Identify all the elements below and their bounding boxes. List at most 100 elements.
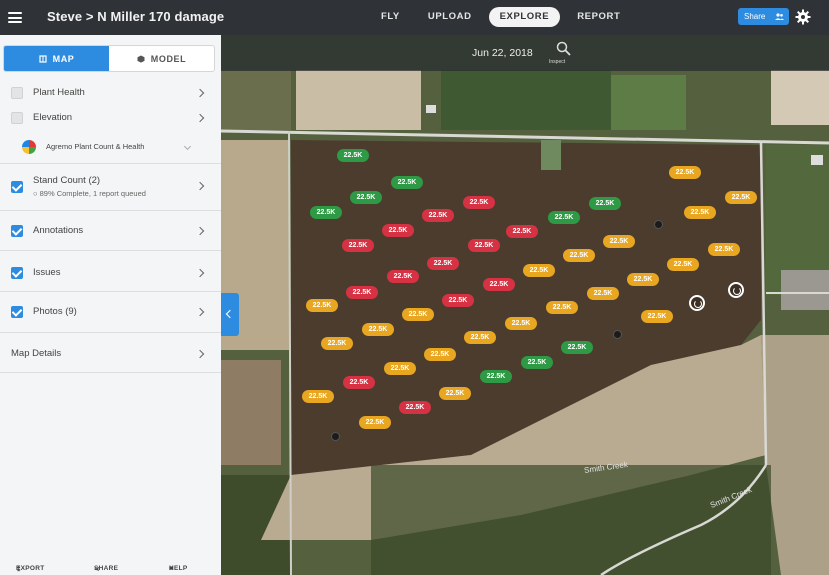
stand-count-marker[interactable]: 22.5K [589, 197, 621, 210]
hamburger-icon [8, 12, 22, 23]
stand-count-marker[interactable]: 22.5K [548, 211, 580, 224]
stand-count-marker[interactable]: 22.5K [725, 191, 757, 204]
photo-marker-icon[interactable] [728, 282, 744, 298]
map-details-label: Map Details [11, 348, 62, 359]
upload-icon: ↥ [16, 566, 22, 573]
gear-icon[interactable] [795, 9, 811, 25]
stand-count-marker[interactable]: 22.5K [463, 196, 495, 209]
sidebar: MAP MODEL Plant Health Elevation Agremo … [0, 35, 221, 575]
photos-label: Photos (9) [33, 306, 77, 317]
layer-photos[interactable]: Photos (9) [0, 304, 221, 319]
stand-count-marker[interactable]: 22.5K [342, 239, 374, 252]
stand-count-marker[interactable]: 22.5K [424, 348, 456, 361]
stand-count-marker[interactable]: 22.5K [359, 416, 391, 429]
elevation-checkbox[interactable] [11, 111, 23, 124]
stand-count-marker[interactable]: 22.5K [346, 286, 378, 299]
stand-count-marker[interactable]: 22.5K [561, 341, 593, 354]
stand-count-marker[interactable]: 22.5K [302, 390, 334, 403]
stand-count-marker[interactable]: 22.5K [387, 270, 419, 283]
issues-checkbox[interactable] [11, 266, 23, 279]
stand-count-marker[interactable]: 22.5K [439, 387, 471, 400]
stand-count-checkbox[interactable] [11, 181, 23, 193]
stand-count-marker[interactable]: 22.5K [384, 362, 416, 375]
stand-count-marker[interactable]: 22.5K [667, 258, 699, 271]
share-icon: ⋖ [94, 566, 100, 573]
layer-plant-health[interactable]: Plant Health [0, 85, 221, 100]
stand-count-marker[interactable]: 22.5K [343, 376, 375, 389]
stand-count-marker[interactable]: 22.5K [684, 206, 716, 219]
share-button[interactable]: Share [738, 8, 789, 25]
annotation-point[interactable] [331, 432, 340, 441]
chevron-down-icon [183, 142, 192, 151]
stand-count-marker[interactable]: 22.5K [362, 323, 394, 336]
stand-count-marker[interactable]: 22.5K [442, 294, 474, 307]
stand-count-marker[interactable]: 22.5K [483, 278, 515, 291]
photos-checkbox[interactable] [11, 305, 23, 318]
issues-label: Issues [33, 267, 61, 278]
collapse-sidebar-button[interactable] [221, 293, 239, 336]
stand-count-marker[interactable]: 22.5K [587, 287, 619, 300]
stand-count-marker[interactable]: 22.5K [480, 370, 512, 383]
cube-icon [137, 55, 145, 63]
map-details[interactable]: Map Details [0, 346, 221, 361]
stand-count-marker[interactable]: 22.5K [521, 356, 553, 369]
main-nav: FLY UPLOAD EXPLORE REPORT [370, 7, 637, 27]
stand-count-marker[interactable]: 22.5K [546, 301, 578, 314]
stand-count-marker[interactable]: 22.5K [468, 239, 500, 252]
layer-elevation[interactable]: Elevation [0, 110, 221, 125]
stand-count-marker[interactable]: 22.5K [563, 249, 595, 262]
top-bar: Steve > N Miller 170 damage FLY UPLOAD E… [0, 0, 829, 35]
tab-explore[interactable]: EXPLORE [488, 7, 561, 27]
stand-count-marker[interactable]: 22.5K [506, 225, 538, 238]
stand-count-marker[interactable]: 22.5K [523, 264, 555, 277]
layer-issues[interactable]: Issues [0, 265, 221, 280]
stand-count-marker[interactable]: 22.5K [306, 299, 338, 312]
agremo-dropdown[interactable]: Agremo Plant Count & Health [0, 139, 221, 154]
stand-count-marker[interactable]: 22.5K [505, 317, 537, 330]
annotation-point[interactable] [654, 220, 663, 229]
chevron-right-icon [195, 181, 205, 191]
stand-count-marker[interactable]: 22.5K [427, 257, 459, 270]
annotations-label: Annotations [33, 225, 84, 236]
divider [0, 372, 221, 373]
stand-count-marker[interactable]: 22.5K [382, 224, 414, 237]
divider [0, 210, 221, 211]
stand-count-marker[interactable]: 22.5K [422, 209, 454, 222]
stand-count-marker[interactable]: 22.5K [603, 235, 635, 248]
plant-health-checkbox[interactable] [11, 86, 23, 99]
chevron-right-icon [195, 268, 205, 277]
chevron-right-icon [195, 307, 205, 316]
stand-count-marker[interactable]: 22.5K [391, 176, 423, 189]
stand-count-marker[interactable]: 22.5K [708, 243, 740, 256]
stand-count-marker[interactable]: 22.5K [402, 308, 434, 321]
model-toggle-button[interactable]: MODEL [109, 46, 214, 71]
capture-date: Jun 22, 2018 [472, 47, 533, 59]
annotations-checkbox[interactable] [11, 224, 23, 237]
chevron-right-icon [195, 349, 205, 358]
stand-count-marker[interactable]: 22.5K [464, 331, 496, 344]
chevron-right-icon [195, 113, 205, 122]
map-view[interactable]: Smith Creek Smith Creek 22.5K 22.5K 22.5… [221, 35, 829, 575]
stand-count-marker[interactable]: 22.5K [399, 401, 431, 414]
stand-count-marker[interactable]: 22.5K [337, 149, 369, 162]
tab-fly[interactable]: FLY [370, 7, 411, 27]
photo-marker-icon[interactable] [689, 295, 705, 311]
tab-report[interactable]: REPORT [566, 7, 631, 27]
stand-count-marker[interactable]: 22.5K [641, 310, 673, 323]
stand-count-status: ○ 89% Complete, 1 report queued [33, 189, 146, 198]
layer-stand-count[interactable]: Stand Count (2) ○ 89% Complete, 1 report… [0, 173, 221, 203]
menu-button[interactable] [0, 0, 30, 35]
divider [0, 332, 221, 333]
magnifier-icon[interactable] [556, 41, 571, 56]
stand-count-marker[interactable]: 22.5K [350, 191, 382, 204]
stand-count-marker[interactable]: 22.5K [627, 273, 659, 286]
layer-annotations[interactable]: Annotations [0, 223, 221, 238]
stand-count-marker[interactable]: 22.5K [321, 337, 353, 350]
tab-upload[interactable]: UPLOAD [417, 7, 483, 27]
divider [0, 291, 221, 292]
page-title: Steve > N Miller 170 damage [47, 9, 225, 24]
map-toggle-button[interactable]: MAP [4, 46, 109, 71]
stand-count-marker[interactable]: 22.5K [669, 166, 701, 179]
stand-count-marker[interactable]: 22.5K [310, 206, 342, 219]
annotation-point[interactable] [613, 330, 622, 339]
